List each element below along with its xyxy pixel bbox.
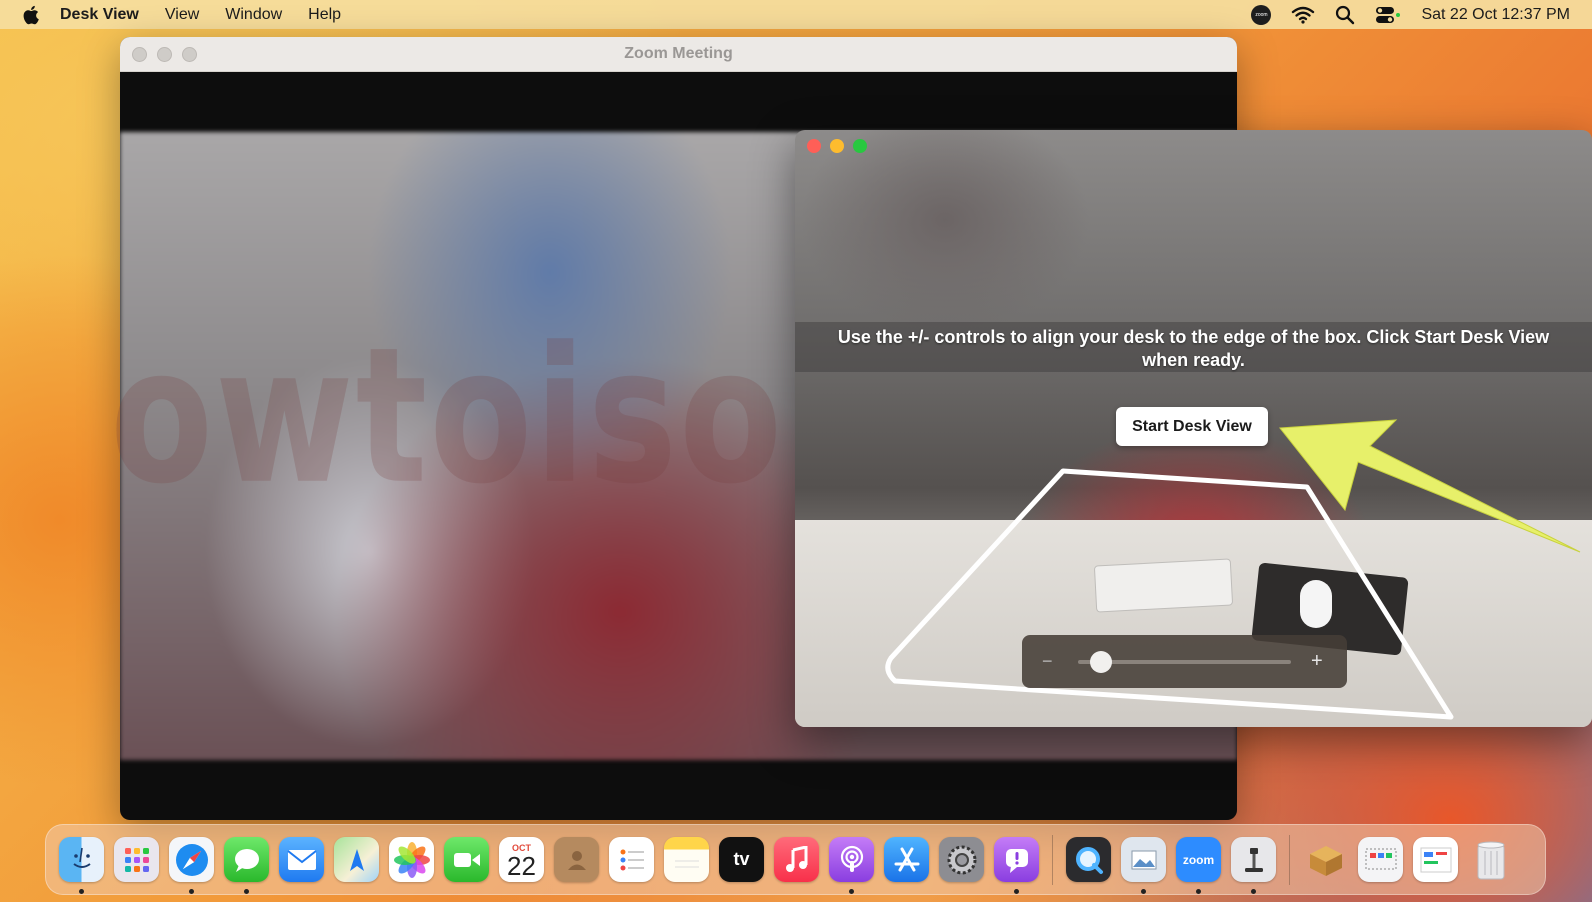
menu-app-name[interactable]: Desk View xyxy=(60,6,139,24)
apple-tv-label: tv xyxy=(733,849,750,869)
apple-menu-icon[interactable] xyxy=(20,4,44,26)
zoom-slider-track[interactable] xyxy=(1078,650,1291,673)
menu-window[interactable]: Window xyxy=(225,6,282,24)
reminders-icon[interactable] xyxy=(609,837,654,882)
desk-view-window: Use the +/- controls to align your desk … xyxy=(795,130,1592,727)
zoom-window-title: Zoom Meeting xyxy=(624,45,733,62)
desk-view-instruction: Use the +/- controls to align your desk … xyxy=(837,327,1550,370)
desk-view-close-button[interactable] xyxy=(807,139,821,153)
mail-icon[interactable] xyxy=(279,837,324,882)
podcasts-icon[interactable] xyxy=(829,837,874,894)
music-icon[interactable] xyxy=(774,837,819,882)
mouse xyxy=(1300,580,1332,628)
freeform-icon[interactable] xyxy=(1413,837,1458,882)
contacts-icon[interactable] xyxy=(554,837,599,882)
quicktime-icon[interactable] xyxy=(1066,837,1111,882)
dock: OCT 22 tv zoom xyxy=(45,824,1546,895)
start-desk-view-button[interactable]: Start Desk View xyxy=(1116,407,1268,446)
zoom-status-icon[interactable]: zoom xyxy=(1251,4,1272,25)
app-store-icon[interactable] xyxy=(884,837,929,882)
notes-icon[interactable] xyxy=(664,837,709,882)
zoom-in-button[interactable]: + xyxy=(1311,650,1327,673)
dock-separator xyxy=(1052,834,1053,885)
calendar-day: 22 xyxy=(507,850,536,881)
apple-tv-icon[interactable]: tv xyxy=(719,837,764,882)
system-settings-icon[interactable] xyxy=(939,837,984,882)
photos-icon[interactable] xyxy=(389,837,434,882)
keyboard xyxy=(1093,558,1234,613)
finder-icon[interactable] xyxy=(59,837,104,894)
calendar-icon[interactable]: OCT 22 xyxy=(499,837,544,882)
dock-separator-2 xyxy=(1289,834,1290,885)
zoom-minimize-button[interactable] xyxy=(157,47,172,62)
zoom-title-bar[interactable]: Zoom Meeting xyxy=(120,37,1237,72)
facetime-icon[interactable] xyxy=(444,837,489,882)
menu-bar: Desk View View Window Help zoom Sat 22 O… xyxy=(0,0,1592,29)
wifi-icon[interactable] xyxy=(1291,6,1315,24)
desk-view-window-controls xyxy=(807,139,867,153)
control-center-icon[interactable] xyxy=(1375,5,1401,25)
screenshot-icon[interactable] xyxy=(1358,837,1403,882)
zoom-slider-thumb[interactable] xyxy=(1090,650,1113,673)
desk-view-maximize-button[interactable] xyxy=(853,139,867,153)
maps-icon[interactable] xyxy=(334,837,379,882)
zoom-window-controls xyxy=(132,47,197,62)
menu-help[interactable]: Help xyxy=(308,6,341,24)
zoom-maximize-button[interactable] xyxy=(182,47,197,62)
zoom-dock-label: zoom xyxy=(1182,852,1215,867)
menu-clock[interactable]: Sat 22 Oct 12:37 PM xyxy=(1421,6,1570,24)
desk-view-minimize-button[interactable] xyxy=(830,139,844,153)
preview-icon[interactable] xyxy=(1121,837,1166,894)
zoom-icon[interactable]: zoom xyxy=(1176,837,1221,894)
zoom-out-button[interactable]: − xyxy=(1042,651,1058,672)
desk-view-icon[interactable] xyxy=(1231,837,1276,894)
spotlight-search-icon[interactable] xyxy=(1335,5,1355,25)
zoom-close-button[interactable] xyxy=(132,47,147,62)
installer-icon[interactable] xyxy=(1303,837,1348,882)
menu-bar-status: zoom Sat 22 Oct 12:37 PM xyxy=(1251,4,1570,25)
safari-icon[interactable] xyxy=(169,837,214,894)
messages-icon[interactable] xyxy=(224,837,269,894)
trash-icon[interactable] xyxy=(1468,837,1513,882)
feedback-icon[interactable] xyxy=(994,837,1039,894)
launchpad-icon[interactable] xyxy=(114,837,159,882)
desk-surface xyxy=(795,520,1592,727)
menu-view[interactable]: View xyxy=(165,6,199,24)
desk-zoom-slider: − + xyxy=(1022,635,1347,688)
